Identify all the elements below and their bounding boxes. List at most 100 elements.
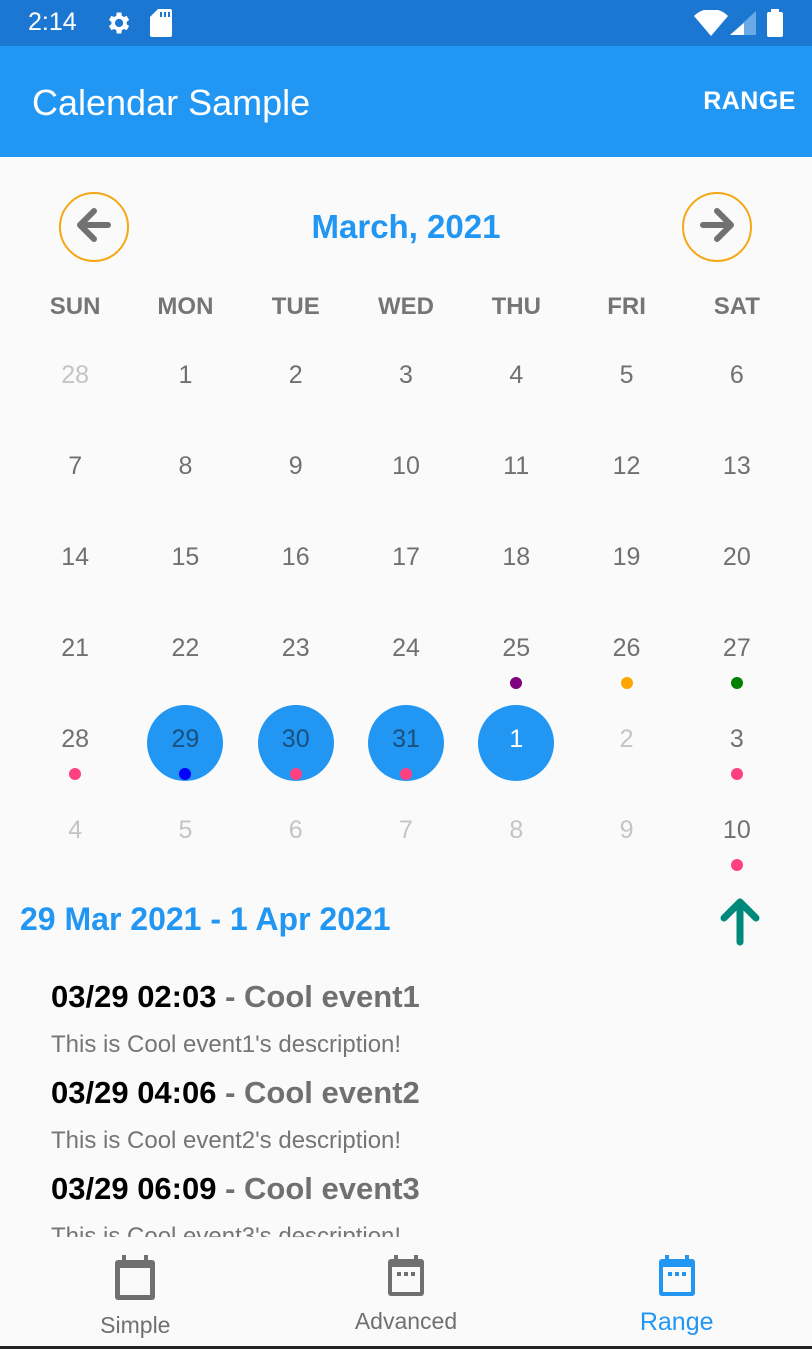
weekday-label: WED [377,293,434,320]
day-cell[interactable]: 22 [130,605,240,696]
day-cell[interactable]: 6 [241,787,351,878]
wifi-icon [694,8,728,41]
calendar-blank-icon [114,1255,156,1306]
day-cell[interactable]: 4 [461,332,571,423]
day-number: 6 [288,816,303,844]
day-cell[interactable]: 28 [20,696,130,787]
calendar-week-row: 7 8 9 10 11 12 13 [20,423,792,514]
event-heading: 03/29 02:03 - Cool event1 [51,975,791,1019]
day-cell[interactable]: 12 [571,423,681,514]
event-separator: - [216,979,245,1014]
weekday-label: SUN [49,293,101,320]
arrow-right-icon [697,205,737,250]
day-cell[interactable]: 21 [20,605,130,696]
app-bar: Calendar Sample RANGE [0,46,812,157]
day-cell[interactable]: 3 [682,696,792,787]
day-number: 13 [722,452,751,480]
day-cell[interactable]: 5 [130,787,240,878]
day-cell[interactable]: 9 [571,787,681,878]
day-number: 15 [171,543,200,571]
day-number: 8 [178,452,193,480]
day-cell[interactable]: 13 [682,423,792,514]
event-indicator-dot [69,768,82,780]
day-cell[interactable]: 14 [20,514,130,605]
event-item[interactable]: 03/29 04:06 - Cool event2 This is Cool ev… [51,1071,791,1167]
day-cell[interactable]: 3 [351,332,461,423]
event-heading: 03/29 06:09 - Cool event3 [51,1167,791,1211]
day-cell[interactable]: 19 [571,514,681,605]
day-number: 20 [722,543,751,571]
day-number: 28 [61,725,90,753]
event-list: 03/29 02:03 - Cool event1 This is Cool ev… [51,975,791,1237]
day-number: 9 [288,452,303,480]
event-indicator-dot [730,768,743,780]
day-cell[interactable]: 1 [130,332,240,423]
day-number: 2 [288,361,303,389]
day-cell[interactable]: 17 [351,514,461,605]
day-number: 12 [612,452,641,480]
tab-label: Advanced [354,1308,458,1334]
range-action-button[interactable]: RANGE [703,87,796,116]
calendar-week-row: 28 1 2 3 4 5 6 [20,332,792,423]
day-cell[interactable]: 9 [241,423,351,514]
day-cell[interactable]: 27 [682,605,792,696]
day-cell-selected[interactable]: 1 [461,696,571,787]
day-cell[interactable]: 2 [571,696,681,787]
day-cell-selected[interactable]: 31 [351,696,461,787]
day-cell[interactable]: 24 [351,605,461,696]
day-number: 1 [509,725,524,753]
tab-simple[interactable]: Simple [0,1240,271,1346]
day-number: 28 [61,361,90,389]
day-number: 18 [502,543,531,571]
event-item[interactable]: 03/29 02:03 - Cool event1 This is Cool ev… [51,975,791,1071]
day-cell[interactable]: 28 [20,332,130,423]
day-cell-selected[interactable]: 29 [130,696,240,787]
event-indicator-dot [620,677,633,689]
weekday-header: SUN MON TUE WED THU FRI SAT [20,293,792,321]
day-number: 22 [171,634,200,662]
calendar-dots-icon [387,1255,425,1302]
day-cell[interactable]: 8 [461,787,571,878]
day-cell[interactable]: 18 [461,514,571,605]
day-cell[interactable]: 5 [571,332,681,423]
weekday-label: TUE [271,293,320,320]
day-cell[interactable]: 26 [571,605,681,696]
event-time: 03/29 04:06 [51,1075,217,1110]
day-cell[interactable]: 25 [461,605,571,696]
day-cell[interactable]: 8 [130,423,240,514]
day-cell[interactable]: 4 [20,787,130,878]
status-bar: 2:14 [0,0,812,46]
event-indicator-dot [399,768,412,780]
battery-icon [767,9,783,42]
day-cell[interactable]: 2 [241,332,351,423]
day-number: 7 [68,452,83,480]
day-cell[interactable]: 7 [351,787,461,878]
day-cell-selected[interactable]: 30 [241,696,351,787]
day-cell[interactable]: 10 [682,787,792,878]
tab-advanced[interactable]: Advanced [271,1240,542,1346]
next-month-button[interactable] [682,192,752,262]
day-cell[interactable]: 10 [351,423,461,514]
day-number: 11 [503,452,530,480]
day-number: 19 [612,543,641,571]
day-cell[interactable]: 16 [241,514,351,605]
day-cell[interactable]: 11 [461,423,571,514]
tab-range[interactable]: Range [541,1240,812,1346]
day-cell[interactable]: 15 [130,514,240,605]
tab-label: Simple [100,1312,171,1338]
day-number: 4 [509,361,524,389]
day-cell[interactable]: 23 [241,605,351,696]
event-item[interactable]: 03/29 06:09 - Cool event3 This is Cool ev… [51,1167,791,1237]
weekday-label: FRI [607,293,646,320]
collapse-button[interactable] [714,896,766,946]
status-time: 2:14 [28,8,77,36]
sd-card-icon [150,9,172,42]
day-cell[interactable]: 20 [682,514,792,605]
calendar-week-row: 21 22 23 24 25 26 27 [20,605,792,696]
selected-range-title: 29 Mar 2021 - 1 Apr 2021 [20,901,391,937]
day-cell[interactable]: 7 [20,423,130,514]
event-separator: - [216,1075,245,1110]
day-cell[interactable]: 6 [682,332,792,423]
weekday-label: MON [157,293,214,320]
weekday-label: SAT [713,293,760,320]
